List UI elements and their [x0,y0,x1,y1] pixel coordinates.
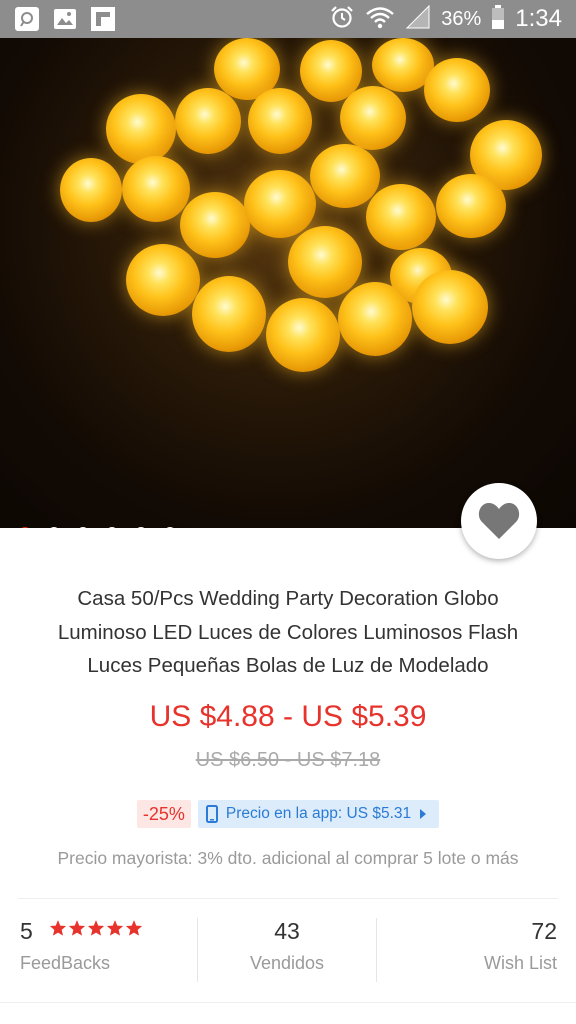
star-icon [50,920,67,936]
rating-stars [49,919,143,937]
product-photo [0,38,576,528]
discount-badge: -25% [136,800,191,828]
alarm-icon [329,4,355,35]
star-icon [107,920,124,936]
phone-icon [205,805,218,823]
current-price: US $4.88 - US $5.39 [149,700,427,733]
carousel-dot-5[interactable] [135,527,147,528]
product-image-carousel[interactable] [0,38,576,528]
signal-icon [405,4,431,35]
price-badges: -25% Precio en la app: US $5.31 [0,800,576,828]
system-icons: 36% 1:34 [329,0,562,38]
wishlist-count: 72 [531,918,557,944]
product-title: Casa 50/Pcs Wedding Party Decoration Glo… [30,582,546,683]
sold-stat: 43 Vendidos [198,918,376,984]
notification-icons [14,6,116,32]
original-price: US $6.50 - US $7.18 [195,749,381,771]
sold-label: Vendidos [249,953,325,973]
gallery-icon [52,6,78,32]
feedback-count: 5 [20,918,33,944]
status-bar: 36% 1:34 [0,0,576,38]
divider [18,898,558,899]
app-price-label: Precio en la app: US $5.31 [225,805,412,822]
sold-count: 43 [274,918,300,944]
clock: 1:34 [515,5,562,32]
carousel-dot-2[interactable] [48,527,60,528]
feedback-stat[interactable]: 5 FeedBacks [20,918,143,984]
star-icon [126,920,143,936]
flipboard-icon [90,6,116,32]
carousel-dot-6[interactable] [164,527,176,528]
heart-icon [478,502,520,539]
battery-icon [491,4,505,35]
carousel-dot-3[interactable] [77,527,89,528]
battery-percent: 36% [441,7,482,30]
feedback-label: FeedBacks [20,953,111,973]
star-icon [88,920,105,936]
product-title-line-3: Luces Pequeñas Bolas de Luz de Modelado [87,654,489,677]
chevron-right-icon [420,809,427,819]
star-icon [69,920,86,936]
wishlist-stat[interactable]: 72 Wish List [377,918,557,984]
wholesale-info: Precio mayorista: 3% dto. adicional al c… [57,848,519,868]
wishlist-label: Wish List [483,953,557,973]
carousel-dot-1[interactable] [19,527,31,528]
search-app-icon [14,6,40,32]
divider [0,1002,576,1003]
product-title-line-1: Casa 50/Pcs Wedding Party Decoration Glo… [77,587,499,610]
product-title-line-2: Luminoso LED Luces de Colores Luminosos … [57,620,519,644]
carousel-dot-4[interactable] [106,527,118,528]
wishlist-button[interactable] [461,483,537,559]
product-stats: 5 FeedBacks 43 Vendidos 72 Wish List [0,918,576,984]
carousel-indicator [19,527,176,528]
wifi-icon [365,4,395,35]
app-price-button[interactable]: Precio en la app: US $5.31 [197,800,440,828]
